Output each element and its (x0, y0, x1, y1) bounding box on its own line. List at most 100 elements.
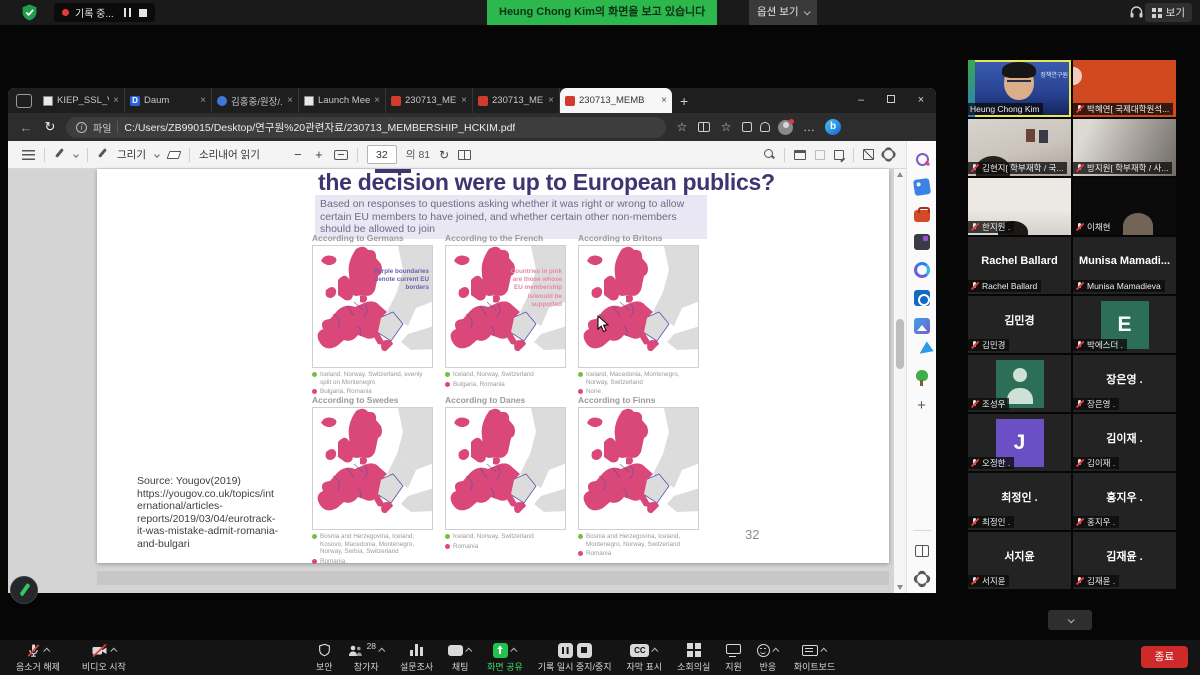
zoom-out-icon[interactable]: − (292, 147, 304, 162)
read-aloud-button[interactable]: 소리내어 읽기 (199, 147, 260, 162)
browser-tab[interactable]: Launch Meetin × (299, 88, 386, 113)
tab-close-icon[interactable]: × (548, 95, 554, 106)
zoom-in-icon[interactable]: + (313, 147, 325, 162)
participant-tile[interactable]: Rachel Ballard Rachel Ballard (968, 237, 1071, 294)
view-options-button[interactable]: 옵션 보기 (749, 0, 817, 25)
browser-tab[interactable]: 230713_MEMB × (386, 88, 473, 113)
designer-icon[interactable] (914, 318, 930, 334)
gallery-view-button[interactable]: 보기 (1145, 3, 1192, 22)
search-document-icon[interactable] (764, 149, 775, 160)
bing-copilot-icon[interactable]: b (825, 119, 841, 135)
chevron-up-icon[interactable] (110, 647, 117, 654)
chevron-down-icon[interactable] (154, 152, 160, 158)
participant-tile[interactable]: 서지윤 서지윤 (968, 532, 1071, 589)
pdf-scrollbar[interactable] (894, 169, 906, 593)
more-participants-button[interactable] (1048, 610, 1092, 630)
tab-close-icon[interactable]: × (287, 95, 293, 106)
games-icon[interactable] (914, 234, 930, 250)
scroll-up-icon[interactable] (897, 172, 903, 177)
start-video-button[interactable]: 비디오 시작 (76, 640, 132, 675)
participant-tile[interactable]: 정책연구원 Heung Chong Kim (968, 60, 1071, 117)
close-window-button[interactable]: × (906, 88, 936, 113)
browser-tab-active[interactable]: 230713_MEMB × (560, 88, 672, 113)
stop-recording-icon[interactable] (577, 643, 592, 658)
add-sidebar-app-icon[interactable]: + (914, 398, 930, 414)
participant-tile[interactable]: 한지원 . (968, 178, 1071, 235)
participant-tile[interactable]: 장은영 . 장은영 . (1073, 355, 1176, 412)
browser-tab[interactable]: KIEP_SSL_VP × (38, 88, 125, 113)
breakout-rooms-button[interactable]: 소회의실 (671, 640, 716, 675)
page-info-icon[interactable]: i (76, 122, 87, 133)
rotate-icon[interactable]: ↻ (439, 148, 449, 162)
participant-tile[interactable]: 방지원[ 학부재학 / 사... (1073, 119, 1176, 176)
favorite-star-icon[interactable]: ☆ (674, 120, 690, 134)
reactions-button[interactable]: 반응 (751, 640, 785, 675)
maximize-button[interactable] (876, 88, 906, 113)
annotate-pencil-button[interactable] (10, 576, 38, 604)
pause-recording-icon[interactable] (558, 643, 573, 658)
tab-close-icon[interactable]: × (113, 95, 119, 106)
participant-tile[interactable]: 조성우 (968, 355, 1071, 412)
pdf-content-area[interactable]: the decision were up to European publics… (8, 169, 936, 593)
settings-overflow-icon[interactable]: … (801, 120, 817, 134)
browser-tab[interactable]: 230713_MEMB × (473, 88, 560, 113)
outlook-icon[interactable] (914, 290, 930, 306)
chevron-up-icon[interactable] (510, 647, 517, 654)
browser-tab[interactable]: 김홍중/원장/... × (212, 88, 299, 113)
headset-icon[interactable] (1129, 5, 1144, 19)
participant-tile[interactable]: E 박에스더 . (1073, 296, 1176, 353)
tab-workspaces-icon[interactable] (16, 94, 32, 108)
participant-tile[interactable]: 이채현 (1073, 178, 1176, 235)
save-icon[interactable] (815, 150, 825, 160)
whiteboard-button[interactable]: 화이트보드 (788, 640, 841, 675)
eraser-icon[interactable] (167, 151, 182, 159)
browser-essentials-icon[interactable] (760, 122, 770, 132)
sidebar-settings-gear-icon[interactable] (916, 573, 928, 585)
table-of-contents-icon[interactable] (22, 150, 35, 160)
unmute-button[interactable]: 음소거 해제 (10, 640, 66, 675)
participant-tile[interactable]: J 오정한 . (968, 414, 1071, 471)
page-layout-icon[interactable] (458, 150, 471, 160)
draw-pen-icon[interactable] (97, 149, 108, 160)
back-icon[interactable]: ← (18, 120, 34, 135)
support-button[interactable]: 지원 (719, 640, 748, 675)
participant-tile[interactable]: 김민경 김민경 (968, 296, 1071, 353)
tab-close-icon[interactable]: × (374, 95, 380, 106)
chevron-up-icon[interactable] (652, 647, 659, 654)
chevron-up-icon[interactable] (465, 647, 472, 654)
participant-tile[interactable]: 김현지[ 학부재학 / 국... (968, 119, 1071, 176)
profile-avatar[interactable] (778, 120, 793, 135)
pause-stop-recording-button[interactable]: 기록 일시 중지/중지 (532, 640, 618, 675)
new-tab-button[interactable]: + (672, 93, 696, 109)
extensions-icon[interactable] (742, 122, 752, 132)
participant-tile[interactable]: 김재윤 . 김재윤 . (1073, 532, 1176, 589)
fullscreen-icon[interactable] (863, 149, 874, 160)
participant-tile[interactable]: 박혜연[ 국제대학원석... (1073, 60, 1176, 117)
tab-close-icon[interactable]: × (200, 95, 206, 106)
microsoft-365-icon[interactable] (914, 262, 930, 278)
split-screen-icon[interactable] (698, 122, 710, 132)
chevron-up-icon[interactable] (378, 647, 385, 654)
participant-tile[interactable]: Munisa Mamadi... Munisa Mamadieva (1073, 237, 1176, 294)
end-meeting-button[interactable]: 종료 (1141, 646, 1188, 668)
captions-button[interactable]: CC 자막 표시 (621, 640, 669, 675)
tree-icon[interactable] (914, 370, 930, 386)
collections-star-icon[interactable]: ☆ (718, 120, 734, 134)
security-button[interactable]: 보안 (310, 640, 339, 675)
participant-tile[interactable]: 최정인 . 최정인 . (968, 473, 1071, 530)
tab-close-icon[interactable]: × (661, 95, 667, 106)
pause-recording-icon[interactable] (124, 8, 131, 17)
page-number-input[interactable]: 32 (367, 145, 397, 164)
fit-to-width-icon[interactable] (334, 150, 348, 160)
tools-icon[interactable] (914, 210, 930, 222)
stop-recording-icon[interactable] (139, 9, 147, 17)
url-field[interactable]: i 파일 C:/Users/ZB99015/Desktop/연구원%20관련자료… (66, 117, 666, 138)
draw-label[interactable]: 그리기 (117, 147, 146, 162)
tab-close-icon[interactable]: × (461, 95, 467, 106)
highlighter-icon[interactable] (54, 149, 65, 160)
share-screen-button[interactable]: 화면 공유 (481, 640, 529, 675)
drop-icon[interactable] (910, 341, 933, 362)
scroll-down-icon[interactable] (897, 585, 903, 590)
polls-button[interactable]: 설문조사 (394, 640, 439, 675)
participants-button[interactable]: 28 참가자 (342, 640, 391, 675)
